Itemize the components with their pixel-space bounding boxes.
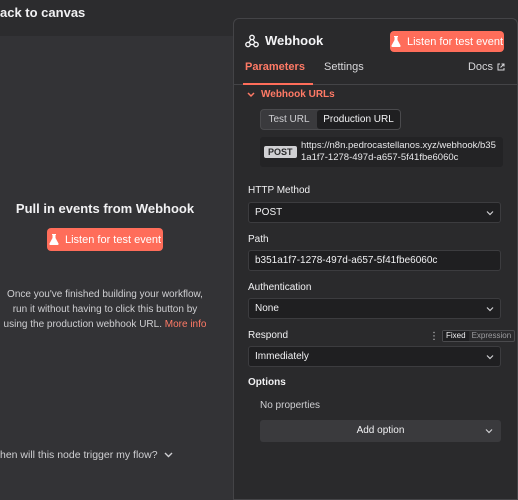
authentication-select[interactable]: None — [248, 298, 501, 319]
fixed-option[interactable]: Fixed — [443, 331, 469, 341]
path-value: b351a1f7-1278-497d-a657-5f41fbe6060c — [255, 255, 438, 266]
back-to-canvas-link[interactable]: ack to canvas — [0, 5, 85, 20]
chevron-down-icon — [486, 355, 494, 360]
respond-label: Respond — [248, 330, 289, 341]
authentication-value: None — [255, 303, 279, 314]
trigger-info-pane: Pull in events from Webhook Listen for t… — [0, 36, 234, 500]
header-listen-test-event-button[interactable]: Listen for test event — [390, 31, 504, 52]
webhook-urls-label: Webhook URLs — [261, 89, 335, 100]
test-url-option[interactable]: Test URL — [261, 110, 317, 129]
chevron-down-icon — [247, 91, 255, 97]
more-options-icon[interactable]: ⋮ — [429, 331, 439, 342]
webhook-icon — [245, 34, 259, 47]
panel-header: Webhook — [245, 33, 323, 48]
fixed-expression-switch: Fixed Expression — [442, 330, 516, 342]
authentication-label: Authentication — [248, 282, 312, 293]
chevron-down-icon — [486, 307, 494, 312]
options-label: Options — [248, 377, 286, 388]
trigger-description: Once you've finished building your workf… — [0, 287, 210, 332]
url-type-switch: Test URL Production URL — [260, 109, 401, 130]
panel-title: Webhook — [265, 33, 324, 48]
respond-select[interactable]: Immediately — [248, 346, 501, 367]
node-settings-panel: Webhook Listen for test event Parameters… — [233, 18, 518, 500]
when-trigger-question[interactable]: hen will this node trigger my flow? — [0, 449, 173, 461]
panel-tabs: Parameters Settings Docs — [234, 61, 518, 85]
active-tab-indicator — [243, 83, 313, 85]
docs-link[interactable]: Docs — [468, 61, 505, 73]
path-label: Path — [248, 234, 269, 245]
listen-button-label: Listen for test event — [65, 233, 161, 246]
value-mode-control: ⋮ Fixed Expression — [429, 330, 516, 342]
webhook-urls-toggle[interactable]: Webhook URLs — [247, 89, 335, 100]
chevron-down-icon — [486, 211, 494, 216]
tab-settings[interactable]: Settings — [324, 61, 364, 73]
when-trigger-text: hen will this node trigger my flow? — [0, 449, 158, 461]
add-option-label: Add option — [356, 425, 405, 436]
expression-option[interactable]: Expression — [469, 331, 515, 341]
http-method-value: POST — [255, 207, 283, 218]
method-badge: POST — [264, 146, 297, 158]
webhook-url-display[interactable]: POST https://n8n.pedrocastellanos.xyz/we… — [260, 137, 503, 167]
listen-test-event-button[interactable]: Listen for test event — [47, 228, 163, 251]
header-listen-label: Listen for test event — [407, 35, 503, 48]
path-input[interactable]: b351a1f7-1278-497d-a657-5f41fbe6060c — [248, 250, 501, 271]
add-option-button[interactable]: Add option — [260, 420, 501, 442]
chevron-down-icon — [164, 452, 173, 458]
production-url-option[interactable]: Production URL — [317, 110, 400, 129]
more-info-link[interactable]: More info — [165, 319, 207, 330]
chevron-down-icon — [485, 429, 493, 434]
external-link-icon — [497, 63, 505, 71]
flask-icon — [49, 234, 59, 245]
docs-label: Docs — [467, 61, 493, 73]
http-method-label: HTTP Method — [248, 185, 311, 196]
pull-events-title: Pull in events from Webhook — [15, 201, 195, 216]
http-method-select[interactable]: POST — [248, 202, 501, 223]
respond-value: Immediately — [255, 351, 309, 362]
flask-icon — [391, 36, 401, 47]
tab-parameters[interactable]: Parameters — [245, 61, 305, 73]
no-properties-text: No properties — [260, 400, 321, 411]
webhook-url-text: https://n8n.pedrocastellanos.xyz/webhook… — [301, 140, 496, 163]
